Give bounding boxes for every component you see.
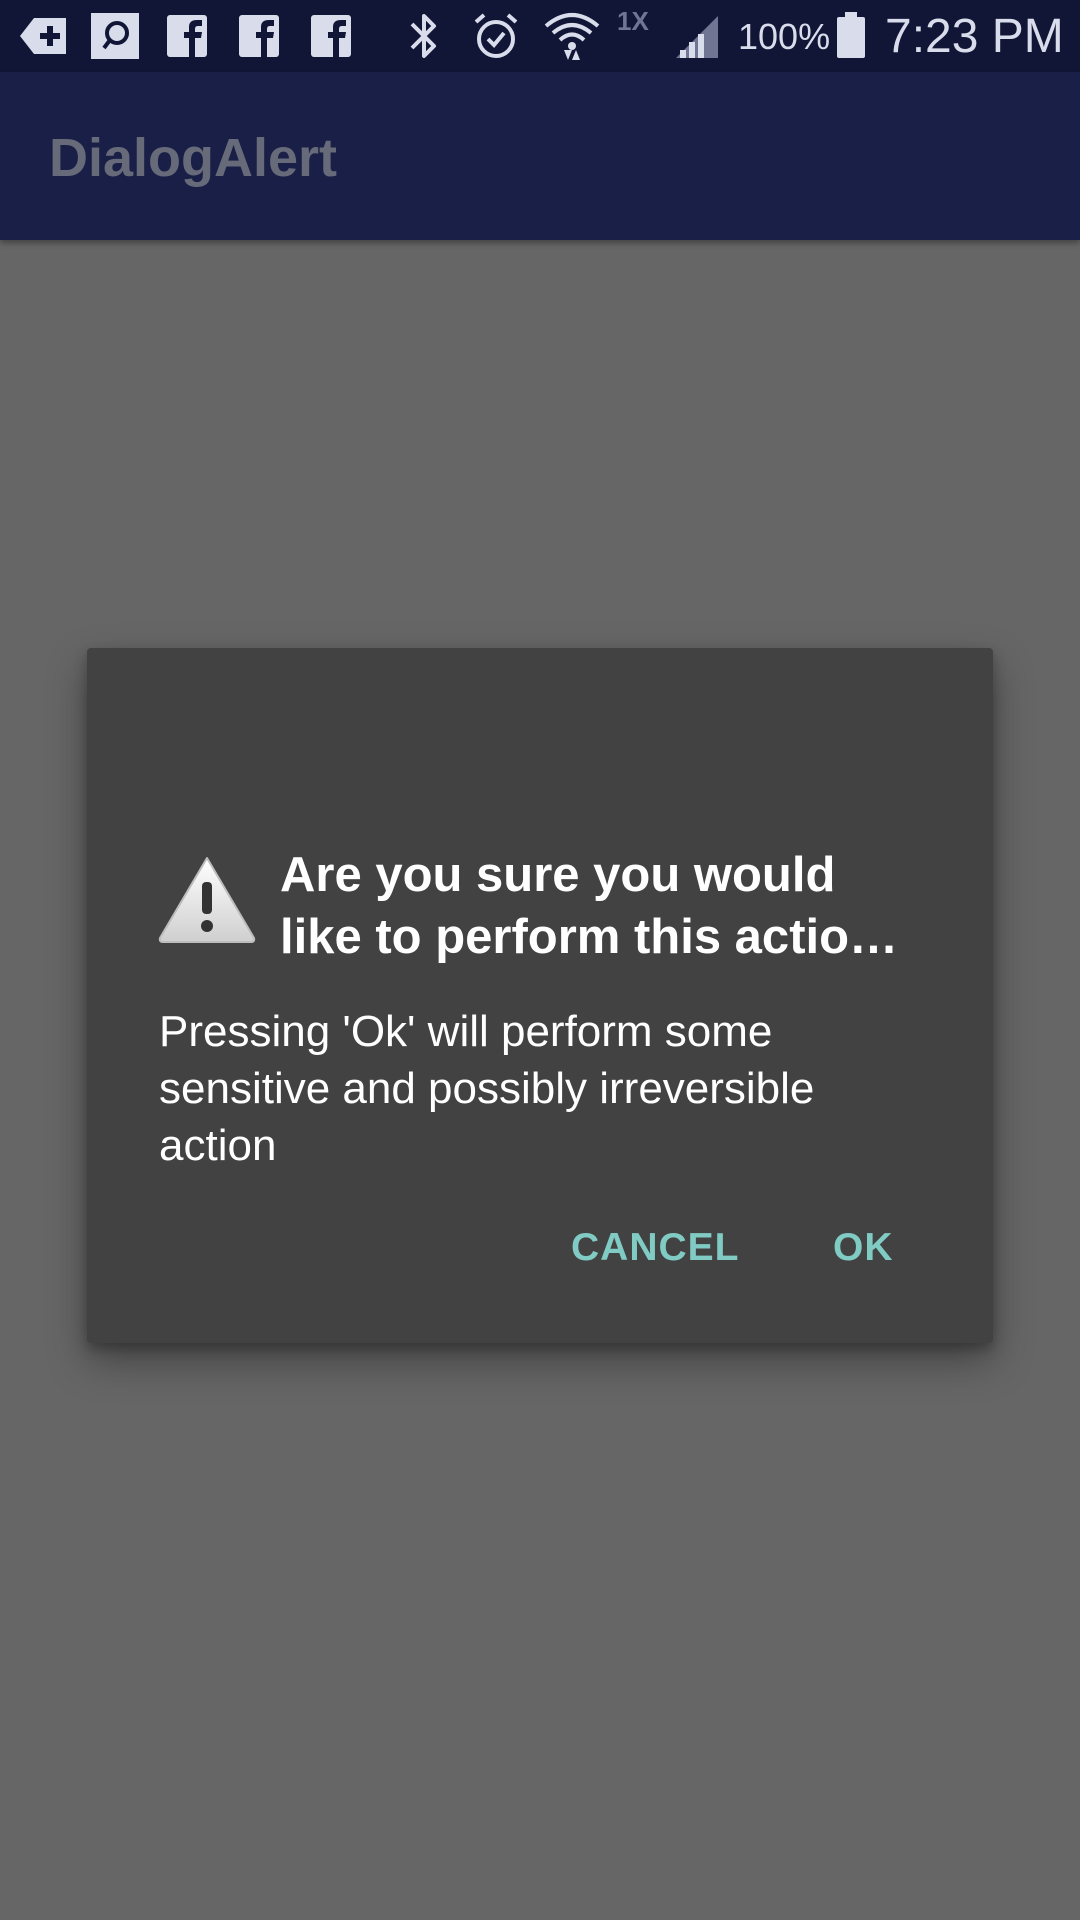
facebook-icon bbox=[308, 10, 354, 62]
network-type-label: 1X bbox=[617, 6, 649, 36]
facebook-icon bbox=[236, 10, 282, 62]
add-notification-icon bbox=[18, 10, 70, 62]
app-bar: DialogAlert bbox=[0, 72, 1080, 240]
battery-icon bbox=[834, 10, 868, 62]
cancel-button[interactable]: CANCEL bbox=[571, 1208, 740, 1288]
wifi-icon bbox=[542, 10, 602, 62]
bluetooth-icon bbox=[404, 10, 444, 62]
facebook-icon bbox=[164, 10, 210, 62]
cell-signal-icon bbox=[672, 10, 722, 62]
dialog-title: Are you sure you would like to perform t… bbox=[280, 848, 899, 964]
battery-percent: 100% bbox=[738, 16, 831, 57]
warning-icon bbox=[157, 854, 257, 944]
ok-button[interactable]: OK bbox=[833, 1208, 894, 1288]
dialog-message: Pressing 'Ok' will perform some sensitiv… bbox=[159, 1007, 815, 1170]
status-bar: 1X 100% 7:23 PM bbox=[0, 0, 1080, 72]
status-time: 7:23 PM bbox=[885, 10, 1064, 63]
alert-dialog: Are you sure you would like to perform t… bbox=[87, 648, 993, 1343]
app-title: DialogAlert bbox=[49, 128, 338, 188]
alarm-icon bbox=[470, 10, 522, 62]
search-notification-icon bbox=[90, 10, 142, 62]
